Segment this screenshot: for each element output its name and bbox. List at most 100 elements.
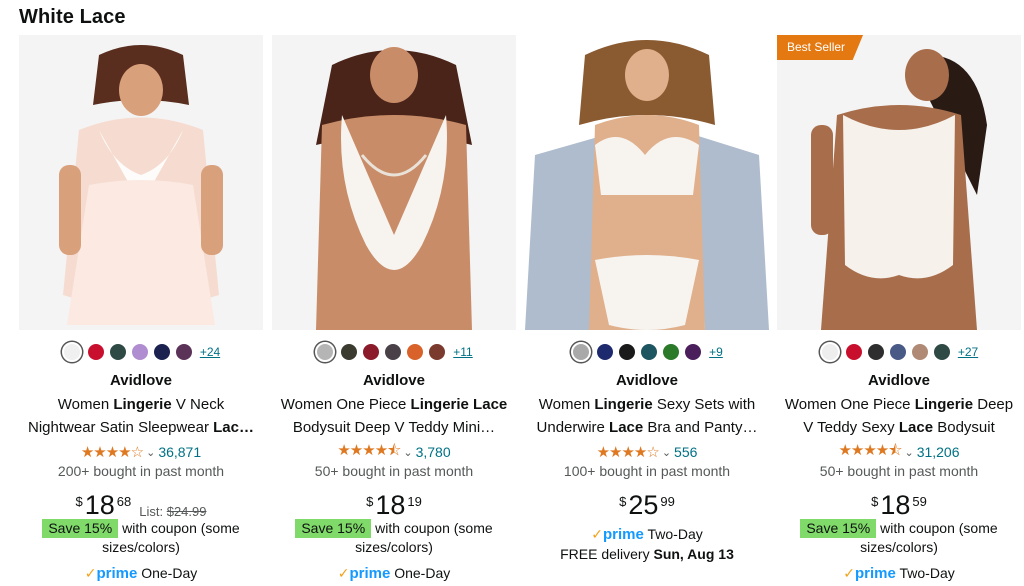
color-swatch[interactable] [889,344,906,360]
color-swatch[interactable] [175,344,192,360]
color-swatch[interactable] [429,344,446,360]
price-fraction: 19 [407,494,422,509]
color-swatches: +11 [272,342,516,362]
color-swatch[interactable] [87,344,104,360]
color-swatches: +27 [777,342,1021,362]
bought-text: 100+ bought in past month [563,463,731,479]
brand-name: Avidlove [110,372,172,389]
star-rating-icon[interactable]: ★★★★☆ [597,443,660,461]
bought-text: 200+ bought in past month [57,463,225,479]
best-seller-badge: Best Seller [777,35,864,60]
product-photo [525,35,769,330]
price-fraction: 68 [116,494,132,509]
color-swatch[interactable] [845,344,862,360]
section-title: White Lace [19,6,126,28]
rating: ★★★★☆ ⌄ 556 [525,443,769,461]
color-swatch[interactable] [61,342,82,362]
prime-check-icon: ✓ [591,526,603,542]
more-colors-link[interactable]: +24 [200,345,220,359]
price-symbol: $ [75,494,83,509]
price: $ 18 68 List: $24.99 [19,490,263,520]
prime-check-icon: ✓ [84,565,97,581]
coupon: Save 15% with coupon (some sizes/colors) [272,519,516,557]
rating: ★★★★⯪ ⌄ 31,206 [777,442,1021,461]
review-count-link[interactable]: 3,780 [416,444,451,460]
price: $ 25 99 [525,490,769,520]
title-line: V Teddy Sexy Lace Bodysuit [803,419,995,436]
price-fraction: 99 [660,494,675,509]
prime-delivery-speed: Two-Day [899,565,955,581]
rating: ★★★★☆ ⌄ 36,871 [19,443,263,461]
product-card: +11 Avidlove Women One Piece Lingerie La… [272,35,516,586]
title-line: Women One Piece Lingerie Lace [280,396,508,413]
prime-logo: prime [603,526,644,543]
color-swatch[interactable] [663,344,680,360]
coupon: Save 15% with coupon (some sizes/colors) [777,519,1021,557]
title-line: Women One Piece Lingerie Deep [784,396,1014,413]
brand-name: Avidlove [363,372,425,389]
color-swatch[interactable] [153,344,170,360]
chevron-down-icon[interactable]: ⌄ [662,446,671,459]
review-count-link[interactable]: 556 [674,444,697,460]
price-whole: 18 [880,490,911,520]
prime-delivery: ✓prime One-Day [19,565,263,582]
color-swatch[interactable] [641,344,658,360]
title-line: Women Lingerie V Neck [57,396,225,413]
chevron-down-icon[interactable]: ⌄ [904,446,913,459]
coupon-badge[interactable]: Save 15% [800,519,877,538]
product-card: +9 Avidlove Women Lingerie Sexy Sets wit… [525,35,769,586]
color-swatch[interactable] [911,344,928,360]
product-photo [777,35,1021,330]
color-swatches: +9 [525,342,769,362]
price-whole: 18 [375,490,406,520]
product-image[interactable] [272,35,516,330]
star-rating-icon[interactable]: ★★★★⯪ [337,440,401,465]
product-card: +24 Avidlove Women Lingerie V Neck Night… [19,35,263,586]
coupon-badge[interactable]: Save 15% [42,519,119,538]
coupon-text: with coupon (some sizes/colors) [355,520,493,555]
more-colors-link[interactable]: +11 [453,345,472,359]
color-swatch[interactable] [363,344,380,360]
price-whole: 18 [84,490,115,520]
review-count-link[interactable]: 36,871 [158,444,201,460]
more-colors-link[interactable]: +9 [709,345,723,359]
color-swatches: +24 [19,342,263,362]
color-swatch[interactable] [385,344,402,360]
chevron-down-icon[interactable]: ⌄ [146,446,155,459]
coupon-badge[interactable]: Save 15% [295,519,372,538]
star-rating-icon[interactable]: ★★★★⯪ [838,440,902,465]
color-swatch[interactable] [315,342,336,362]
product-title[interactable]: Women Lingerie V Neck Nightwear Satin Sl… [21,393,261,439]
prime-logo: prime [96,565,138,582]
product-image[interactable]: Best Seller [777,35,1021,330]
product-title[interactable]: Women Lingerie Sexy Sets with Underwire … [527,393,767,439]
color-swatch[interactable] [619,344,636,360]
product-title[interactable]: Women One Piece Lingerie Lace Bodysuit D… [274,393,514,439]
prime-delivery-speed: One-Day [141,565,198,581]
color-swatch[interactable] [933,344,950,360]
prime-delivery: ✓prime Two-Day [777,565,1021,582]
prime-delivery-speed: One-Day [394,565,451,581]
color-swatch[interactable] [685,344,702,360]
coupon: Save 15% with coupon (some sizes/colors) [19,519,263,557]
color-swatch[interactable] [109,344,126,360]
color-swatch[interactable] [571,342,592,362]
more-colors-link[interactable]: +27 [958,345,978,359]
prime-check-icon: ✓ [337,565,350,581]
color-swatch[interactable] [597,344,614,360]
color-swatch[interactable] [407,344,424,360]
product-title[interactable]: Women One Piece Lingerie Deep V Teddy Se… [779,393,1019,439]
color-swatch[interactable] [819,342,840,362]
price-symbol: $ [871,494,879,509]
review-count-link[interactable]: 31,206 [917,444,960,460]
star-rating-icon[interactable]: ★★★★☆ [81,443,144,461]
color-swatch[interactable] [867,344,884,360]
prime-logo: prime [349,565,391,582]
chevron-down-icon[interactable]: ⌄ [403,446,412,459]
color-swatch[interactable] [341,344,358,360]
product-image[interactable] [19,35,263,330]
rating: ★★★★⯪ ⌄ 3,780 [272,442,516,461]
color-swatch[interactable] [131,344,148,360]
product-image[interactable] [525,35,769,330]
price: $ 18 19 [272,490,516,520]
